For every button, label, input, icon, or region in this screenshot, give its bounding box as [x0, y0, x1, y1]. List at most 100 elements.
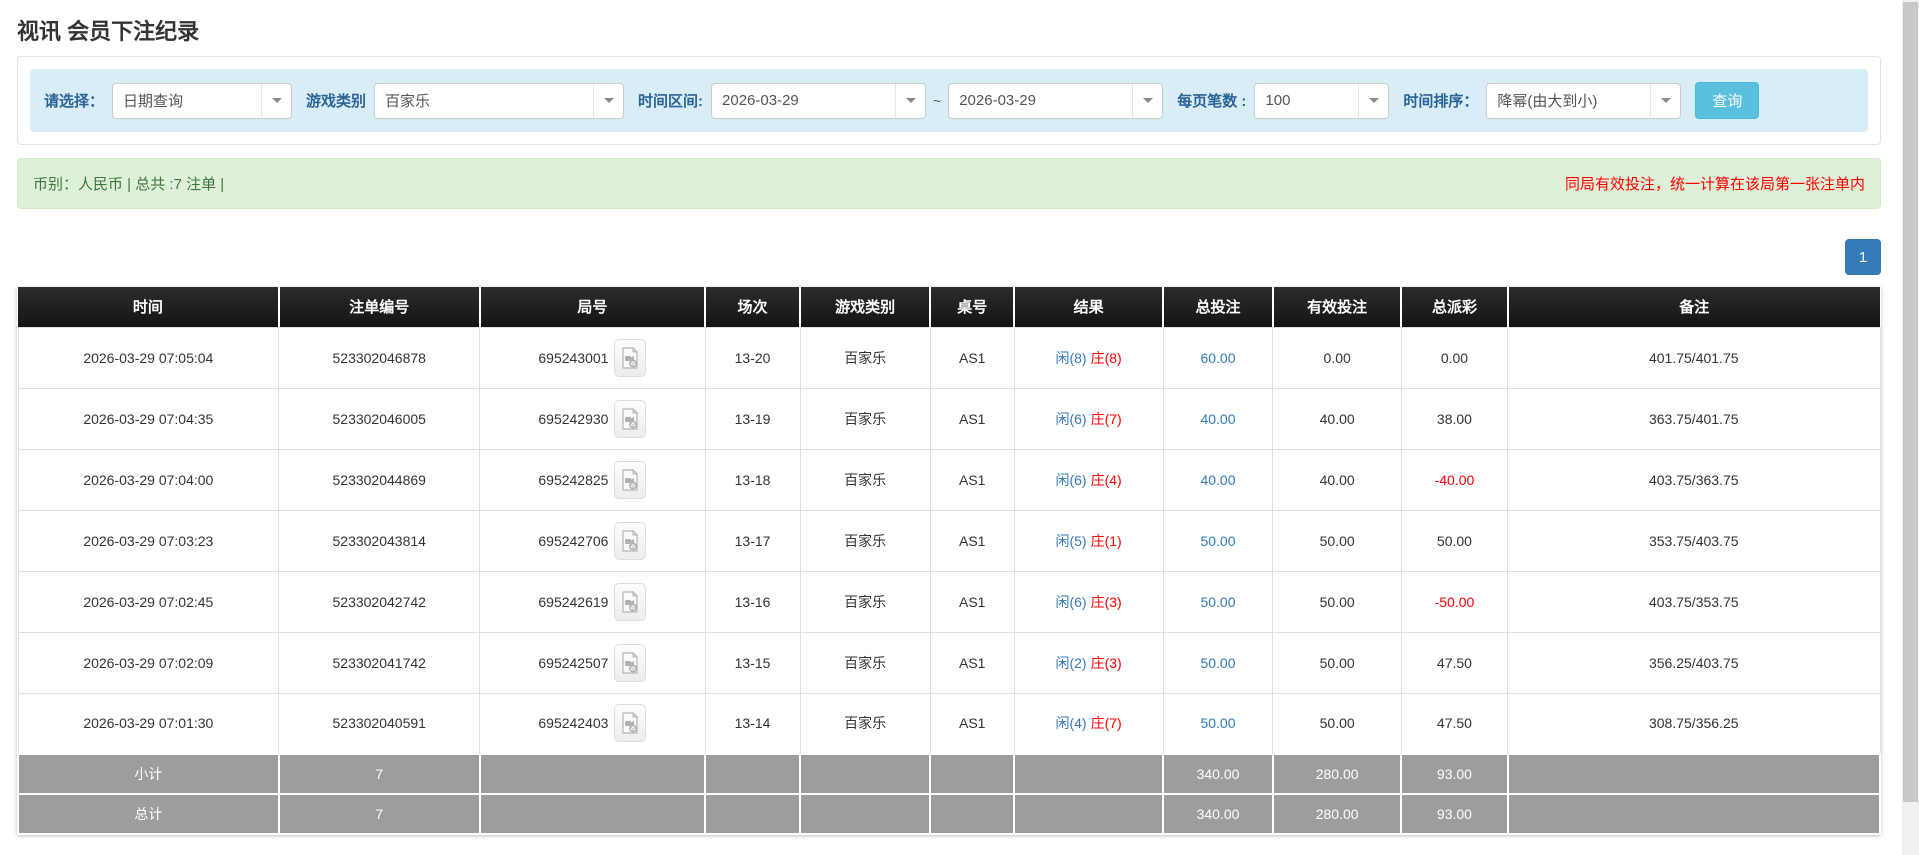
video-file-icon: [622, 651, 639, 674]
video-replay-button[interactable]: [614, 399, 647, 438]
chevron-down-icon[interactable]: [1358, 83, 1389, 118]
result-player: 闲(6): [1055, 410, 1087, 427]
cell-session: 13-20: [704, 326, 801, 389]
date-from-input[interactable]: 2026-03-29: [711, 82, 927, 119]
vertical-scrollbar[interactable]: [1902, 0, 1919, 855]
cell-payout: 38.00: [1400, 387, 1509, 450]
table-row: 2026-03-29 07:02:45 523302042742 695242619…: [17, 570, 1881, 633]
cell-bet-id: 523302041742: [278, 631, 481, 694]
cell-valid-bet: 50.00: [1272, 631, 1402, 694]
subtotal-row: 小计 7 340.00 280.00 93.00: [17, 753, 1882, 795]
cell-result: 闲(2) 庄(3): [1013, 631, 1164, 694]
time-sort-select[interactable]: 降幂(由大到小): [1486, 82, 1682, 119]
chevron-down-icon[interactable]: [1132, 83, 1163, 118]
cell-result: 闲(6) 庄(7): [1013, 387, 1164, 450]
cell-result: 闲(8) 庄(8): [1013, 326, 1164, 389]
table-row: 2026-03-29 07:03:23 523302043814 695242706…: [17, 509, 1881, 572]
query-button[interactable]: 查询: [1695, 82, 1760, 119]
column-header: 结果: [1013, 287, 1164, 327]
video-replay-button[interactable]: [614, 460, 647, 499]
chevron-down-icon[interactable]: [895, 83, 926, 118]
cell-round-id: 695242507: [479, 631, 706, 694]
cell-session: 13-14: [704, 692, 801, 755]
video-replay-button[interactable]: [614, 704, 647, 743]
cell-table-number: AS1: [929, 448, 1015, 511]
filter-panel: 请选择： 日期查询 游戏类别 百家乐 时间区间: 2026-03-29 ~ 20…: [17, 56, 1881, 145]
page-title: 视讯 会员下注纪录: [17, 19, 200, 44]
result-player: 闲(2): [1055, 654, 1087, 671]
total-bet-link[interactable]: 60.00: [1200, 350, 1235, 366]
result-banker: 庄(7): [1090, 715, 1122, 732]
column-header: 场次: [704, 287, 801, 327]
subtotal-row-empty-cell: [478, 753, 707, 795]
table-row: 2026-03-29 07:04:00 523302044869 695242825…: [17, 448, 1881, 511]
table-row: 2026-03-29 07:01:30 523302040591 695242403…: [17, 692, 1881, 755]
cell-valid-bet: 40.00: [1272, 448, 1402, 511]
column-header: 总投注: [1162, 287, 1273, 327]
total-row-label: 总计: [17, 793, 280, 835]
chevron-down-icon[interactable]: [1650, 83, 1681, 118]
cell-session: 13-17: [704, 509, 801, 572]
total-bet-link[interactable]: 50.00: [1200, 655, 1235, 671]
cell-note: 308.75/356.25: [1507, 692, 1881, 755]
per-page-label: 每页笔数 :: [1177, 93, 1247, 110]
cell-bet-id: 523302043814: [278, 509, 481, 572]
cell-note: 401.75/401.75: [1507, 326, 1881, 389]
subtotal-row-valid-bet: 280.00: [1271, 753, 1403, 795]
video-file-icon: [622, 407, 639, 430]
round-id-text: 695242619: [538, 593, 609, 610]
column-header: 时间: [18, 287, 279, 327]
total-row-empty-cell: [1013, 793, 1165, 835]
summary-bar: 币别：人民币 | 总共 :7 注单 | 同局有效投注，统一计算在该局第一张注单内: [17, 158, 1881, 209]
cell-time: 2026-03-29 07:02:45: [17, 570, 280, 633]
payout-value: 38.00: [1436, 410, 1472, 427]
total-bet-link[interactable]: 50.00: [1200, 594, 1235, 610]
total-row-valid-bet: 280.00: [1271, 793, 1403, 835]
cell-total-bet: 50.00: [1162, 509, 1274, 572]
video-replay-button[interactable]: [614, 582, 647, 621]
chevron-down-icon[interactable]: [593, 83, 624, 118]
cell-valid-bet: 40.00: [1272, 387, 1402, 450]
total-row-empty-cell: [704, 793, 802, 835]
total-bet-link[interactable]: 40.00: [1200, 411, 1235, 427]
result-banker: 庄(4): [1090, 471, 1122, 488]
cell-time: 2026-03-29 07:02:09: [17, 631, 280, 694]
query-type-select[interactable]: 日期查询: [112, 82, 293, 119]
video-replay-button[interactable]: [614, 643, 647, 682]
per-page-select[interactable]: 100: [1254, 82, 1390, 119]
subtotal-row-empty-cell: [1506, 753, 1882, 795]
cell-result: 闲(5) 庄(1): [1013, 509, 1164, 572]
round-id-text: 695242403: [538, 715, 609, 732]
cell-result: 闲(6) 庄(3): [1013, 570, 1164, 633]
cell-table-number: AS1: [929, 631, 1015, 694]
video-file-icon: [622, 346, 639, 369]
video-file-icon: [622, 590, 639, 613]
round-id-text: 695242825: [538, 471, 609, 488]
cell-session: 13-16: [704, 570, 801, 633]
game-type-select[interactable]: 百家乐: [374, 82, 625, 119]
total-bet-link[interactable]: 50.00: [1200, 533, 1235, 549]
chevron-down-icon[interactable]: [261, 83, 292, 118]
result-banker: 庄(8): [1090, 349, 1122, 366]
subtotal-row-empty-cell: [799, 753, 932, 795]
total-bet-link[interactable]: 50.00: [1200, 715, 1235, 731]
page-1-button[interactable]: 1: [1845, 239, 1881, 275]
cell-bet-id: 523302042742: [278, 570, 481, 633]
cell-round-id: 695243001: [479, 326, 706, 389]
column-header: 备注: [1506, 287, 1880, 327]
cell-round-id: 695242706: [479, 509, 706, 572]
round-id-text: 695243001: [538, 349, 609, 366]
subtotal-row-label: 小计: [17, 753, 280, 795]
cell-game-type: 百家乐: [799, 326, 931, 389]
video-replay-button[interactable]: [614, 521, 647, 560]
cell-note: 353.75/403.75: [1507, 509, 1881, 572]
cell-total-bet: 50.00: [1162, 692, 1274, 755]
cell-payout: 50.00: [1400, 509, 1509, 572]
range-tilde: ~: [933, 92, 942, 109]
video-replay-button[interactable]: [614, 338, 647, 377]
total-bet-link[interactable]: 40.00: [1200, 472, 1235, 488]
date-to-input[interactable]: 2026-03-29: [948, 82, 1164, 119]
scrollbar-thumb[interactable]: [1903, 2, 1918, 802]
total-row: 总计 7 340.00 280.00 93.00: [17, 793, 1882, 835]
payout-value: 0.00: [1440, 349, 1469, 366]
